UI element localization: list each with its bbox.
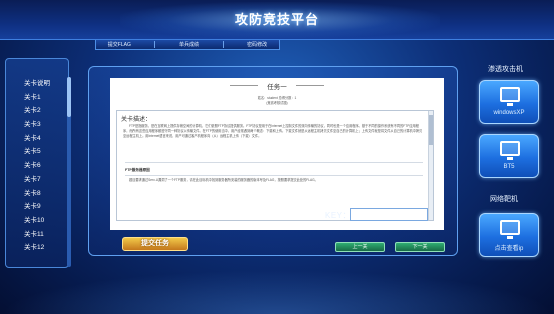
- attack-machine-windowsxp[interactable]: windowsXP: [479, 80, 539, 124]
- monitor-icon: [500, 220, 520, 235]
- level-list: 关卡说明 关卡1 关卡2 关卡3 关卡4 关卡5 关卡6 关卡7 关卡8 关卡9…: [24, 77, 64, 255]
- level-scrollbar[interactable]: [67, 77, 71, 267]
- machine-label: windowsXP: [493, 110, 525, 116]
- level-item-5[interactable]: 关卡5: [24, 145, 64, 159]
- nav-change-password[interactable]: 密码修改: [247, 41, 267, 48]
- description-scrollbar[interactable]: [428, 111, 433, 220]
- level-item-intro[interactable]: 关卡说明: [24, 77, 64, 91]
- level-item-4[interactable]: 关卡4: [24, 132, 64, 146]
- description-requirement: 题目要求通过Serv-U漏洞了一个FTP服务，请在此目标机中找到服务器所安装的服…: [129, 178, 318, 182]
- submit-task-button[interactable]: 提交任务: [122, 237, 188, 251]
- nav-divider: [154, 41, 156, 48]
- task-title: 任务一: [267, 84, 287, 91]
- monitor-stand: [507, 103, 513, 106]
- monitor-stand: [507, 157, 513, 160]
- level-item-7[interactable]: 关卡7: [24, 173, 64, 187]
- description-box: 关卡描述： FTP是指服务，是在互联网上提供存储空间的计算机，它们依照FTP协议…: [116, 110, 434, 221]
- page-title: 攻防竞技平台: [234, 12, 319, 27]
- description-divider: [125, 175, 423, 176]
- target-machine-heading: 网络靶机: [490, 196, 518, 203]
- machine-label: BT5: [503, 164, 515, 170]
- description-scrollbar-thumb[interactable]: [429, 115, 433, 145]
- monitor-icon: [500, 141, 520, 156]
- description-divider: [125, 162, 423, 163]
- next-level-button[interactable]: 下一关: [395, 242, 445, 252]
- description-paragraph: FTP是指服务，是在互联网上提供存储空间的计算机，它们依照FTP协议提供服务。F…: [123, 124, 423, 138]
- nav-scores[interactable]: 单兵成绩: [179, 41, 199, 48]
- level-item-6[interactable]: 关卡6: [24, 159, 64, 173]
- level-item-8[interactable]: 关卡8: [24, 187, 64, 201]
- target-machine-view-ip[interactable]: 点击查看ip: [479, 213, 539, 257]
- description-heading: FTP服务器原因: [125, 168, 150, 172]
- monitor-icon: [500, 87, 520, 102]
- level-panel: 关卡说明 关卡1 关卡2 关卡3 关卡4 关卡5 关卡6 关卡7 关卡8 关卡9…: [5, 58, 71, 268]
- description-label: 关卡描述：: [121, 117, 152, 123]
- prev-level-button[interactable]: 上一关: [335, 242, 385, 252]
- task-meta-sub: (竞赛考核试题): [266, 101, 288, 105]
- level-item-2[interactable]: 关卡2: [24, 104, 64, 118]
- nav-divider: [222, 41, 224, 48]
- machine-label: 点击查看ip: [494, 246, 524, 252]
- attack-machine-bt5[interactable]: BT5: [479, 134, 539, 178]
- key-label: KEY：: [325, 211, 352, 220]
- header-bar: 攻防竞技平台: [0, 0, 554, 40]
- level-scrollbar-thumb[interactable]: [67, 77, 71, 117]
- level-item-9[interactable]: 关卡9: [24, 200, 64, 214]
- nav-submit-flag[interactable]: 提交FLAG: [108, 41, 131, 48]
- title-rule-right: [296, 85, 324, 86]
- attack-machine-heading: 渗透攻击机: [488, 66, 523, 73]
- level-item-11[interactable]: 关卡11: [24, 228, 64, 242]
- level-item-12[interactable]: 关卡12: [24, 241, 64, 255]
- key-input[interactable]: [350, 208, 428, 221]
- monitor-stand: [507, 236, 513, 239]
- bottom-glow: [0, 270, 554, 314]
- level-item-10[interactable]: 关卡10: [24, 214, 64, 228]
- level-item-3[interactable]: 关卡3: [24, 118, 64, 132]
- level-item-1[interactable]: 关卡1: [24, 91, 64, 105]
- top-nav: 提交FLAG 单兵成绩 密码修改: [95, 40, 280, 50]
